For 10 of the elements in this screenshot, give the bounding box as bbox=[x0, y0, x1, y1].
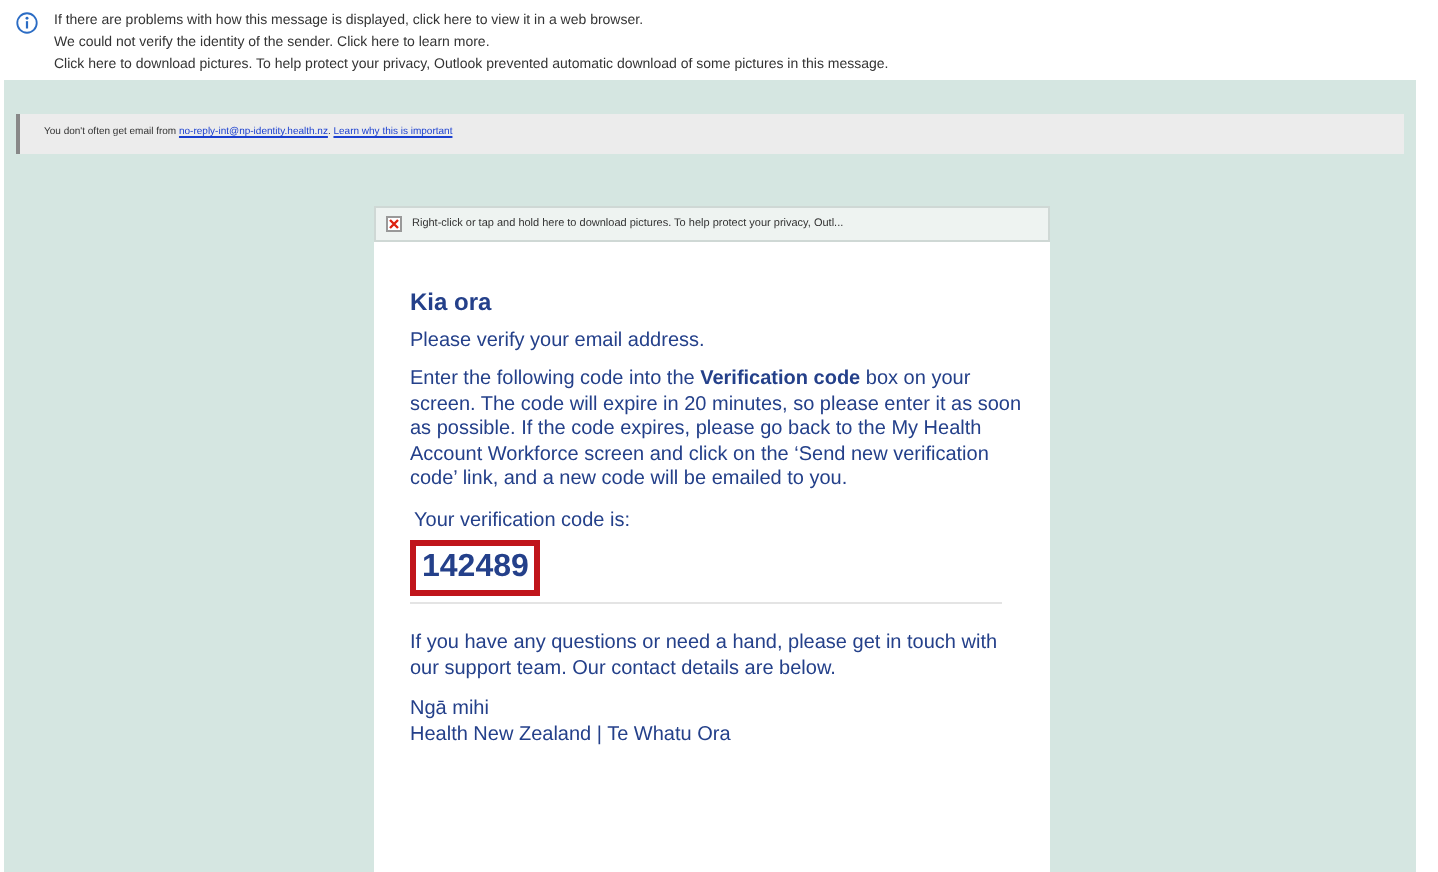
code-label: Your verification code is: bbox=[412, 509, 633, 534]
info-icon bbox=[16, 12, 38, 34]
body-paragraph: Please verify your email address. bbox=[410, 329, 707, 354]
greeting-heading: Kia ora bbox=[410, 290, 494, 315]
signoff-line: Health New Zealand | Te Whatu Ora bbox=[410, 723, 733, 748]
verification-code: 142489 bbox=[410, 540, 541, 596]
broken-image-icon bbox=[386, 216, 402, 232]
signoff-line: Ngā mihi bbox=[410, 698, 491, 723]
body-paragraph: Enter the following code into the Verification code box on your screen. The code will expire in 20 minutes, so please enter it as soon as possible. If the code expires, please go back to the My Health Account Workforce screen and click on the ‘Send new verification code’ link, and a new code will be emailed to you. bbox=[410, 368, 1022, 493]
support-paragraph: If you have any questions or need a hand, please get in touch with our support team. Our contact details are below. bbox=[410, 632, 1000, 682]
